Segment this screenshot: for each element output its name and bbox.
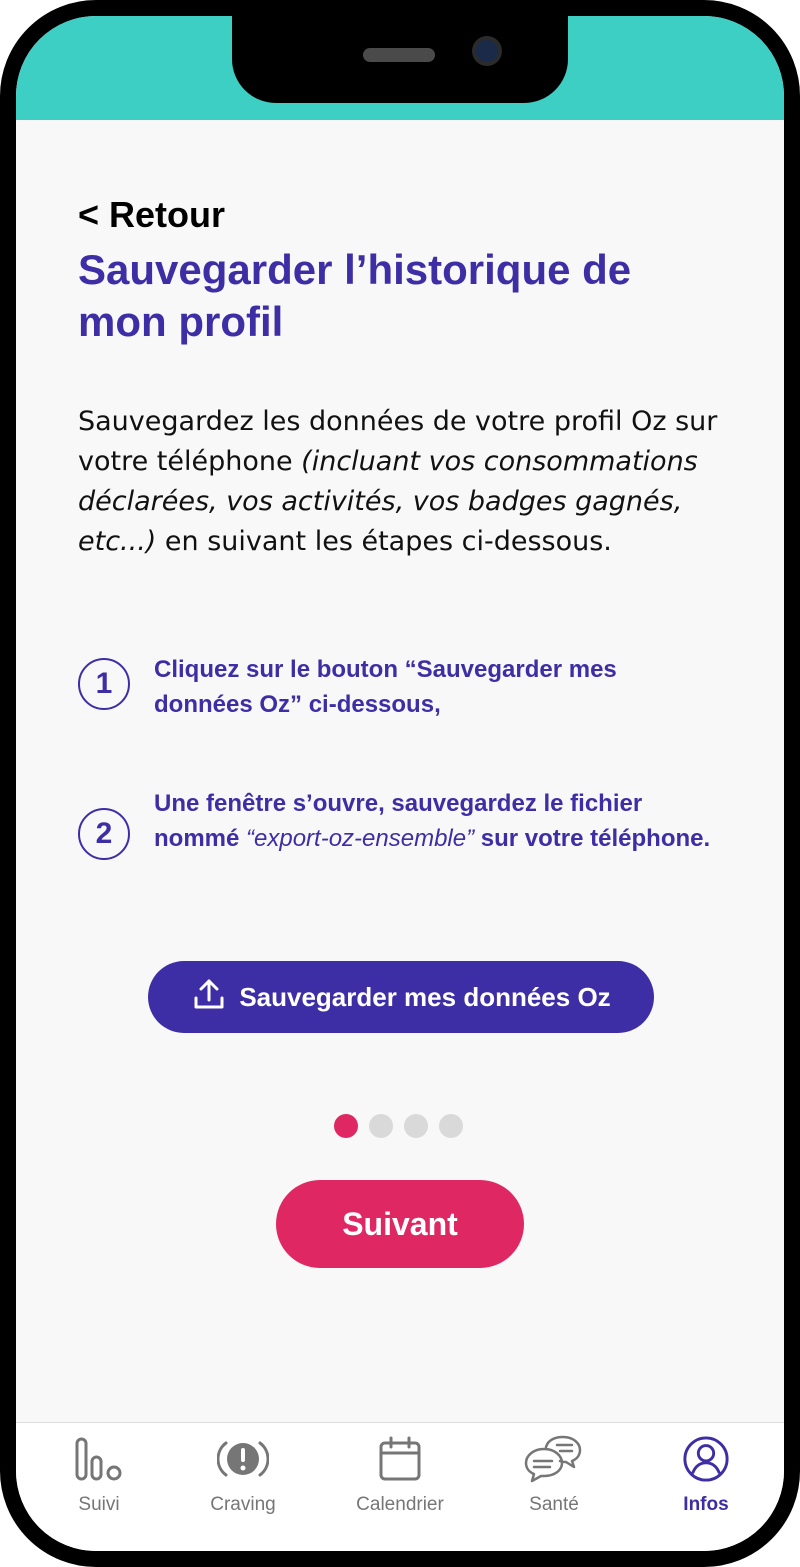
- step-text: Cliquez sur le bouton “Sauvegarder mes d…: [154, 656, 617, 718]
- step-text-end: sur votre téléphone.: [474, 825, 711, 852]
- tab-infos[interactable]: Infos: [636, 1435, 776, 1516]
- profile-icon: [681, 1435, 731, 1488]
- page-dot-active: [334, 1114, 358, 1138]
- tab-sante[interactable]: Santé: [484, 1435, 624, 1516]
- camera: [476, 40, 498, 62]
- back-button[interactable]: < Retour: [78, 194, 225, 236]
- intro-text: Sauvegardez les données de votre profil …: [78, 402, 728, 562]
- page-dot: [439, 1114, 463, 1138]
- tab-label: Calendrier: [356, 1494, 444, 1515]
- status-bar: [16, 16, 784, 120]
- page-title: Sauvegarder l’historique de mon profil: [78, 246, 632, 345]
- save-data-button[interactable]: Sauvegarder mes données Oz: [148, 961, 654, 1033]
- intro-end: en suivant les étapes ci-dessous.: [156, 526, 612, 557]
- step-text: Une fenêtre s’ouvre, sauvegardez le fich…: [154, 786, 714, 856]
- page-dot: [369, 1114, 393, 1138]
- notch: [232, 16, 568, 103]
- step-filename: “export-oz-ensemble”: [246, 825, 475, 852]
- step-number-badge: 2: [78, 808, 130, 860]
- tab-label: Craving: [210, 1494, 276, 1515]
- chart-icon: [71, 1435, 127, 1488]
- phone-frame: < Retour Sauvegarder l’historique de mon…: [0, 0, 800, 1567]
- tab-calendrier[interactable]: Calendrier: [330, 1435, 470, 1516]
- page-dot: [404, 1114, 428, 1138]
- chat-icon: [524, 1435, 584, 1488]
- calendar-icon: [376, 1435, 424, 1488]
- bottom-tab-bar: Suivi Craving Calendrier Santé Infos: [16, 1422, 784, 1551]
- alert-icon: [216, 1435, 270, 1488]
- upload-icon: [191, 976, 227, 1019]
- tab-label: Santé: [529, 1494, 579, 1515]
- speaker: [363, 48, 435, 62]
- save-button-label: Sauvegarder mes données Oz: [239, 981, 611, 1012]
- step-number-badge: 1: [78, 658, 130, 710]
- tab-label: Infos: [683, 1494, 729, 1515]
- tab-craving[interactable]: Craving: [173, 1435, 313, 1516]
- tab-label: Suivi: [78, 1494, 120, 1515]
- next-button[interactable]: Suivant: [276, 1180, 524, 1268]
- pagination-dots: [334, 1114, 463, 1138]
- tab-suivi[interactable]: Suivi: [29, 1435, 169, 1516]
